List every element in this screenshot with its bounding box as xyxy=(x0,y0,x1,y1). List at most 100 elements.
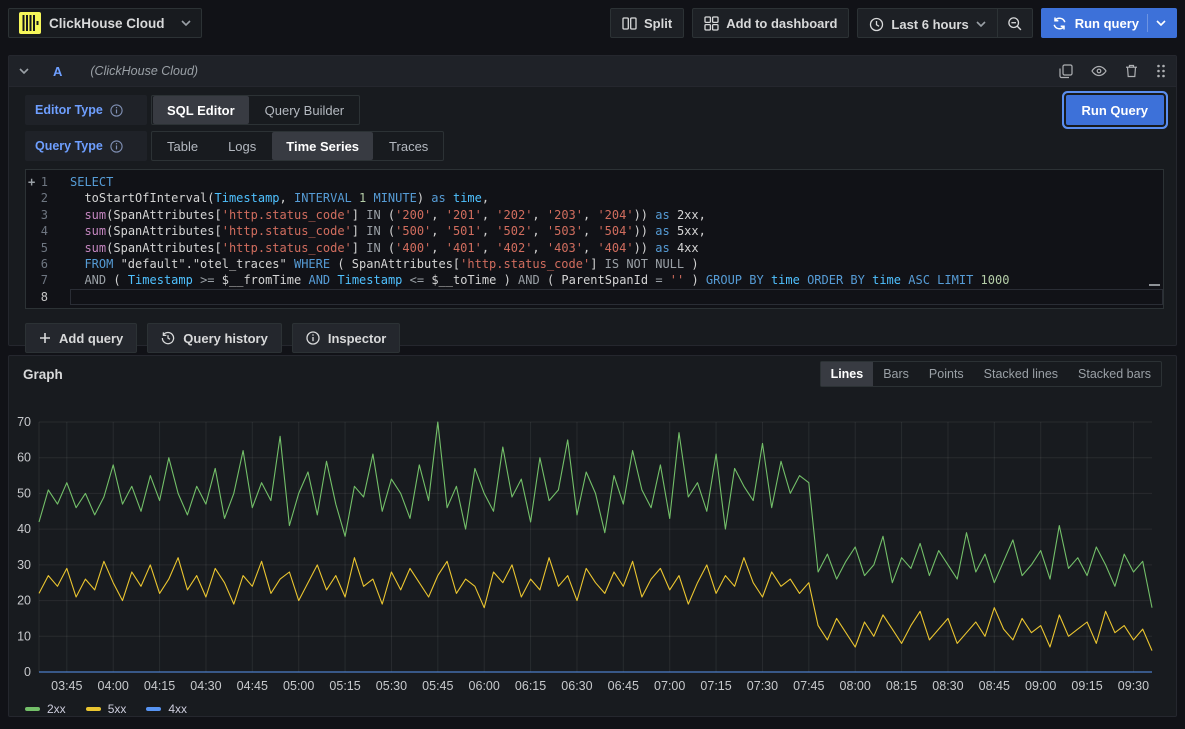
editor-type-tabs: SQL EditorQuery Builder xyxy=(151,95,360,125)
svg-text:09:15: 09:15 xyxy=(1071,679,1102,693)
query-history-button[interactable]: Query history xyxy=(147,323,282,353)
svg-text:06:30: 06:30 xyxy=(561,679,592,693)
query-type-option-logs[interactable]: Logs xyxy=(214,132,270,160)
line-number: 1+ xyxy=(26,174,60,190)
editor-code: SELECT toStartOfInterval(Timestamp, INTE… xyxy=(60,170,1163,308)
time-range-button[interactable]: Last 6 hours xyxy=(858,9,996,39)
chevron-down-icon xyxy=(976,21,986,27)
query-datasource-hint: (ClickHouse Cloud) xyxy=(90,64,198,78)
svg-text:05:30: 05:30 xyxy=(376,679,407,693)
delete-query-trash-icon[interactable] xyxy=(1125,64,1138,78)
sql-code-editor[interactable]: 1+2345678 SELECT toStartOfInterval(Times… xyxy=(25,169,1164,309)
graph-mode-points[interactable]: Points xyxy=(919,362,974,386)
inspector-button[interactable]: Inspector xyxy=(292,323,401,353)
sql-line: toStartOfInterval(Timestamp, INTERVAL 1 … xyxy=(70,190,1163,206)
svg-text:08:45: 08:45 xyxy=(979,679,1010,693)
sync-icon xyxy=(1052,16,1067,31)
zoom-out-button[interactable] xyxy=(998,9,1032,39)
chevron-down-icon xyxy=(181,20,191,26)
info-circle-icon[interactable] xyxy=(110,104,123,117)
sql-line: SELECT xyxy=(70,174,1163,190)
legend-label: 4xx xyxy=(168,702,187,716)
add-to-dashboard-button[interactable]: Add to dashboard xyxy=(692,8,849,38)
graph-mode-stacked-lines[interactable]: Stacked lines xyxy=(974,362,1068,386)
svg-text:07:30: 07:30 xyxy=(747,679,778,693)
copy-query-icon[interactable] xyxy=(1059,64,1073,79)
graph-mode-lines[interactable]: Lines xyxy=(821,362,874,386)
info-circle-icon xyxy=(306,331,320,345)
legend-swatch xyxy=(86,707,101,711)
info-circle-icon[interactable] xyxy=(110,140,123,153)
svg-text:07:15: 07:15 xyxy=(700,679,731,693)
svg-text:06:00: 06:00 xyxy=(469,679,500,693)
divider xyxy=(1147,14,1148,32)
insert-plus-icon[interactable]: + xyxy=(28,174,35,190)
editor-type-option-query-builder[interactable]: Query Builder xyxy=(251,96,358,124)
split-icon xyxy=(622,16,637,31)
query-run-button[interactable]: Run Query xyxy=(1066,95,1164,125)
query-type-tabs: TableLogsTime SeriesTraces xyxy=(151,131,444,161)
svg-text:0: 0 xyxy=(24,665,31,679)
legend-item-4xx[interactable]: 4xx xyxy=(146,702,187,716)
svg-text:08:15: 08:15 xyxy=(886,679,917,693)
svg-text:08:00: 08:00 xyxy=(840,679,871,693)
svg-text:05:45: 05:45 xyxy=(422,679,453,693)
svg-text:08:30: 08:30 xyxy=(932,679,963,693)
query-type-label: Query Type xyxy=(25,131,147,161)
svg-text:40: 40 xyxy=(17,522,31,536)
query-type-option-table[interactable]: Table xyxy=(153,132,212,160)
hide-query-eye-icon[interactable] xyxy=(1091,65,1107,77)
line-number: 8 xyxy=(26,289,60,305)
svg-text:70: 70 xyxy=(17,415,31,429)
svg-text:20: 20 xyxy=(17,594,31,608)
sql-line: sum(SpanAttributes['http.status_code'] I… xyxy=(70,240,1163,256)
datasource-picker[interactable]: ClickHouse Cloud xyxy=(8,8,202,38)
plus-icon xyxy=(39,332,51,344)
query-type-option-traces[interactable]: Traces xyxy=(375,132,442,160)
svg-text:06:45: 06:45 xyxy=(608,679,639,693)
line-number: 2 xyxy=(26,190,60,206)
line-number: 4 xyxy=(26,223,60,239)
graph-mode-bars[interactable]: Bars xyxy=(873,362,919,386)
line-number: 3 xyxy=(26,207,60,223)
graph-svg[interactable]: 01020304050607003:4504:0004:1504:3004:45… xyxy=(9,392,1160,698)
sql-line: sum(SpanAttributes['http.status_code'] I… xyxy=(70,207,1163,223)
svg-text:30: 30 xyxy=(17,558,31,572)
legend-item-2xx[interactable]: 2xx xyxy=(25,702,66,716)
query-type-option-time-series[interactable]: Time Series xyxy=(272,132,373,160)
query-row-header[interactable]: A (ClickHouse Cloud) xyxy=(9,56,1176,87)
svg-text:50: 50 xyxy=(17,486,31,500)
graph-panel-title: Graph xyxy=(23,367,63,382)
line-number: 5 xyxy=(26,240,60,256)
legend-swatch xyxy=(25,707,40,711)
time-picker-group: Last 6 hours xyxy=(857,8,1032,38)
svg-text:60: 60 xyxy=(17,451,31,465)
svg-text:04:15: 04:15 xyxy=(144,679,175,693)
graph-mode-stacked-bars[interactable]: Stacked bars xyxy=(1068,362,1161,386)
editor-type-option-sql-editor[interactable]: SQL Editor xyxy=(153,96,249,124)
svg-text:05:15: 05:15 xyxy=(329,679,360,693)
editor-gutter: 1+2345678 xyxy=(26,170,60,308)
apps-icon xyxy=(704,16,719,31)
sql-line: AND ( Timestamp >= $__fromTime AND Times… xyxy=(70,272,1163,288)
split-button[interactable]: Split xyxy=(610,8,684,38)
collapse-chevron-icon[interactable] xyxy=(19,68,29,74)
chevron-down-icon[interactable] xyxy=(1156,20,1166,26)
legend-item-5xx[interactable]: 5xx xyxy=(86,702,127,716)
legend-label: 2xx xyxy=(47,702,66,716)
editor-type-label: Editor Type xyxy=(25,95,147,125)
line-number: 6 xyxy=(26,256,60,272)
svg-text:07:00: 07:00 xyxy=(654,679,685,693)
svg-text:04:00: 04:00 xyxy=(98,679,129,693)
add-query-button[interactable]: Add query xyxy=(25,323,137,353)
sql-line: sum(SpanAttributes['http.status_code'] I… xyxy=(70,223,1163,239)
overview-ruler-cursor xyxy=(1149,284,1160,286)
svg-text:03:45: 03:45 xyxy=(51,679,82,693)
svg-text:10: 10 xyxy=(17,629,31,643)
svg-text:04:30: 04:30 xyxy=(190,679,221,693)
run-query-button[interactable]: Run query xyxy=(1041,8,1177,38)
svg-text:06:15: 06:15 xyxy=(515,679,546,693)
drag-handle-icon[interactable] xyxy=(1156,64,1166,78)
graph-panel: Graph LinesBarsPointsStacked linesStacke… xyxy=(8,355,1177,717)
datasource-name: ClickHouse Cloud xyxy=(49,16,173,31)
